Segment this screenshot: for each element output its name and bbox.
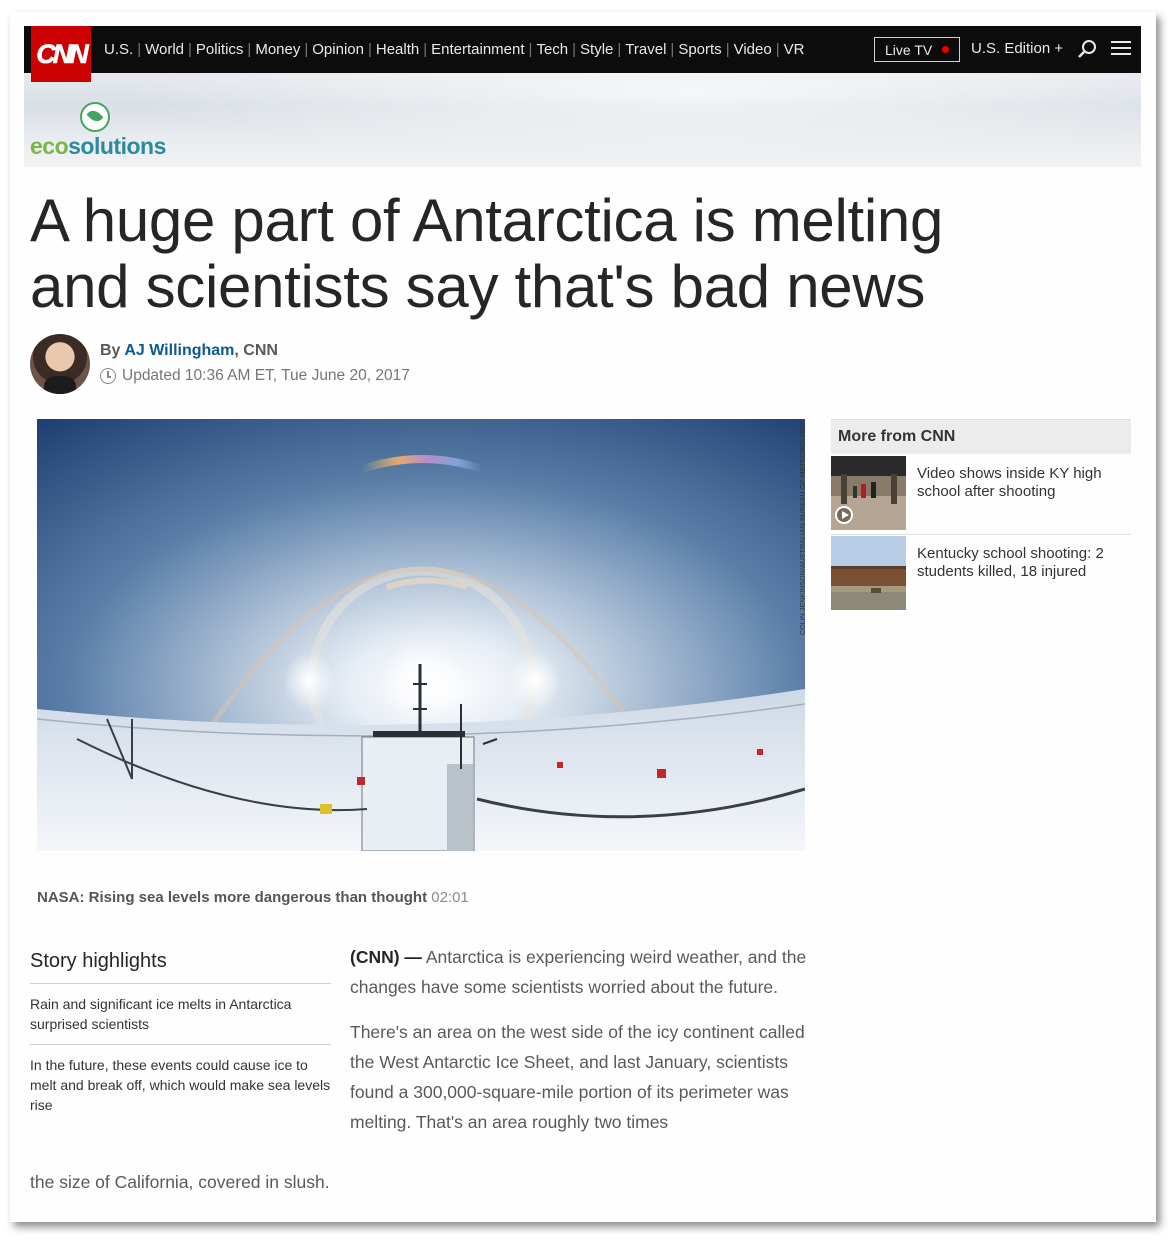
timestamp: Updated 10:36 AM ET, Tue June 20, 2017 — [100, 367, 410, 385]
live-tv-label: Live TV — [885, 41, 933, 58]
clock-icon — [100, 368, 116, 384]
nav-link-politics[interactable]: Politics — [192, 41, 248, 58]
nav-link-tech[interactable]: Tech — [532, 41, 572, 58]
page-title: A huge part of Antarctica is melting and… — [30, 187, 944, 320]
nav-link-vr[interactable]: VR — [780, 41, 809, 58]
more-from-cnn-header: More from CNN — [831, 419, 1131, 454]
nav-link-entertainment[interactable]: Entertainment — [427, 41, 528, 58]
byline: By AJ Willingham, CNN Updated 10:36 AM E… — [30, 334, 530, 396]
nav-link-health[interactable]: Health — [372, 41, 423, 58]
live-tv-button[interactable]: Live TV — [874, 37, 960, 62]
hero-video-image[interactable] — [37, 419, 805, 851]
nav-link-world[interactable]: World — [141, 41, 188, 58]
nav-link-video[interactable]: Video — [730, 41, 776, 58]
video-caption[interactable]: NASA: Rising sea levels more dangerous t… — [37, 889, 469, 906]
nav-links: U.S. | World | Politics | Money | Opinion | H… — [100, 26, 808, 73]
story-highlights: Story highlights Rain and significant ic… — [30, 950, 331, 1125]
edition-selector[interactable]: U.S. Edition + — [971, 40, 1063, 57]
ecosolutions-logo: ecosolutions — [30, 133, 166, 159]
video-duration: 02:01 — [431, 889, 469, 906]
article-body: (CNN) — Antarctica is experiencing weird… — [350, 942, 815, 1152]
nav-link-sports[interactable]: Sports — [674, 41, 725, 58]
video-title: NASA: Rising sea levels more dangerous t… — [37, 889, 428, 906]
highlights-title: Story highlights — [30, 950, 331, 984]
paragraph-continuation: the size of California, covered in slush… — [30, 1172, 330, 1192]
author-link[interactable]: AJ Willingham — [124, 342, 234, 359]
nav-link-style[interactable]: Style — [576, 41, 617, 58]
author-avatar[interactable] — [30, 334, 90, 394]
highlight-item: Rain and significant ice melts in Antarc… — [30, 984, 331, 1045]
author-line: By AJ Willingham, CNN — [100, 342, 278, 359]
dateline: (CNN) — — [350, 947, 422, 967]
image-credit: COLIN JENKINSON/AUSTRALIAN BUREAU OF MET… — [800, 421, 807, 635]
paragraph: There's an area on the west side of the … — [350, 1022, 805, 1132]
ecosolutions-banner[interactable]: ecosolutions — [24, 73, 1141, 167]
hamburger-menu-icon[interactable] — [1111, 41, 1131, 57]
leaf-icon — [80, 102, 110, 132]
more-item-title: Kentucky school shooting: 2 students kil… — [917, 545, 1104, 580]
search-icon[interactable] — [1077, 39, 1097, 59]
nav-link-travel[interactable]: Travel — [621, 41, 670, 58]
nav-link-money[interactable]: Money — [251, 41, 304, 58]
more-item-thumbnail — [831, 536, 906, 610]
nav-link-opinion[interactable]: Opinion — [308, 41, 368, 58]
divider — [831, 534, 1131, 535]
page-frame: CNN U.S. | World | Politics | Money | Opinio… — [10, 12, 1156, 1222]
more-item-thumbnail — [831, 456, 906, 530]
more-item[interactable]: Kentucky school shooting: 2 students kil… — [831, 536, 1131, 614]
live-dot-icon — [942, 46, 950, 53]
top-nav: CNN U.S. | World | Politics | Money | Opinio… — [24, 26, 1141, 82]
highlight-item: In the future, these events could cause … — [30, 1057, 331, 1113]
more-item[interactable]: Video shows inside KY high school after … — [831, 456, 1131, 534]
more-item-title: Video shows inside KY high school after … — [917, 465, 1102, 500]
nav-link-us[interactable]: U.S. — [100, 41, 137, 58]
antarctica-photo — [37, 419, 805, 851]
paragraph: (CNN) — Antarctica is experiencing weird… — [350, 947, 807, 997]
play-icon — [835, 506, 853, 524]
cnn-logo[interactable]: CNN — [31, 26, 91, 82]
